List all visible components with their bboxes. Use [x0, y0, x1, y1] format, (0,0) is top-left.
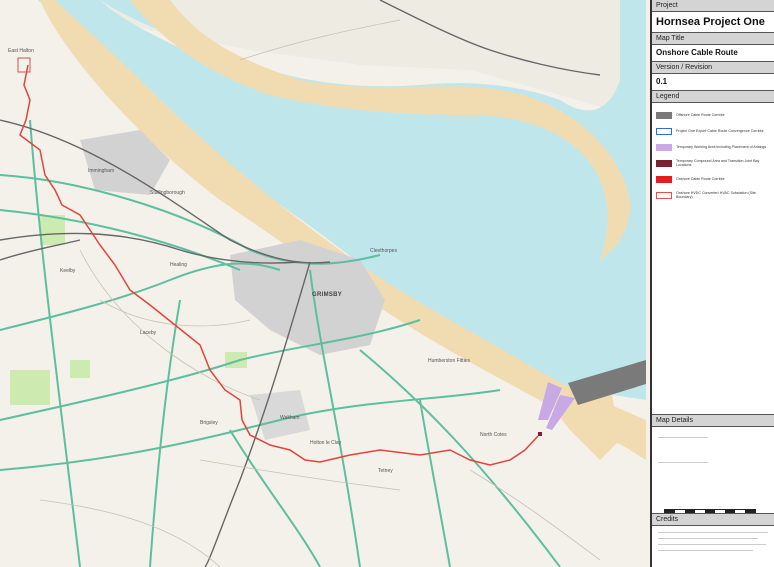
legend-item: Onshore HVDC Converter/ HVAC Substation …	[652, 187, 774, 203]
legend-item: Offshore Cable Route Corridor	[652, 107, 774, 123]
place-label: North Cotes	[480, 432, 507, 438]
place-label: Healing	[170, 262, 187, 268]
legend-item: Temporary Compound Area and Transition J…	[652, 155, 774, 171]
credits-body	[652, 526, 774, 566]
legend-swatch	[656, 127, 672, 135]
project-value: Hornsea Project One	[656, 16, 765, 28]
legend-item: Project One Export Cable Route Convergen…	[652, 123, 774, 139]
credits-line	[658, 550, 753, 551]
legend-swatch	[656, 143, 672, 151]
place-label: Humberston Fitties	[428, 358, 470, 364]
place-label: Immingham	[88, 168, 115, 174]
map-details-body	[652, 427, 774, 514]
legend-label: Legend	[652, 90, 774, 103]
version-value: 0.1	[656, 77, 668, 86]
map-svg	[0, 0, 646, 567]
credits-line	[658, 532, 768, 533]
map-canvas[interactable]: GRIMSBY Immingham Humberston Fitties Lac…	[0, 0, 646, 567]
legend-label-text: Onshore Cable Route Corridor	[676, 176, 725, 181]
project-label: Project	[652, 0, 774, 12]
map-title-value: Onshore Cable Route	[656, 48, 738, 57]
place-label: Cleethorpes	[370, 248, 397, 254]
legend-label-text: Temporary Working Area including Placeme…	[676, 144, 767, 149]
legend: Offshore Cable Route Corridor Project On…	[652, 103, 774, 203]
place-label: GRIMSBY	[312, 292, 343, 298]
green-area	[70, 360, 90, 378]
map-info-panel: Project Hornsea Project One Map Title On…	[650, 0, 774, 567]
legend-item: Temporary Working Area including Placeme…	[652, 139, 774, 155]
place-label: Brigsley	[200, 420, 218, 426]
map-title-label: Map Title	[652, 32, 774, 45]
place-label: Stallingborough	[150, 190, 185, 196]
legend-label-text: Temporary Compound Area and Transition J…	[676, 158, 760, 167]
credits-line	[658, 544, 766, 545]
credits-line	[658, 538, 758, 539]
place-label: Laceby	[140, 330, 157, 336]
legend-label-text: Offshore Cable Route Corridor	[676, 112, 725, 117]
legend-label-text: Onshore HVDC Converter/ HVAC Substation …	[676, 190, 756, 199]
legend-item: Onshore Cable Route Corridor	[652, 171, 774, 187]
place-label: Keelby	[60, 268, 76, 274]
credits-label: Credits	[652, 513, 774, 526]
compound-area	[538, 432, 542, 436]
legend-label-text: Project One Export Cable Route Convergen…	[676, 128, 764, 133]
legend-swatch	[656, 159, 672, 167]
legend-swatch	[656, 111, 672, 119]
map-details-label: Map Details	[652, 414, 774, 427]
legend-swatch	[656, 191, 672, 199]
version-label: Version / Revision	[652, 61, 774, 74]
place-label: Holton le Clay	[310, 440, 342, 446]
legend-swatch	[656, 175, 672, 183]
details-text-block	[658, 437, 708, 463]
green-area	[10, 370, 50, 405]
green-area	[40, 215, 65, 245]
place-label: Tetney	[378, 468, 393, 474]
place-label: East Halton	[8, 48, 34, 54]
place-label: Waltham	[280, 415, 300, 421]
